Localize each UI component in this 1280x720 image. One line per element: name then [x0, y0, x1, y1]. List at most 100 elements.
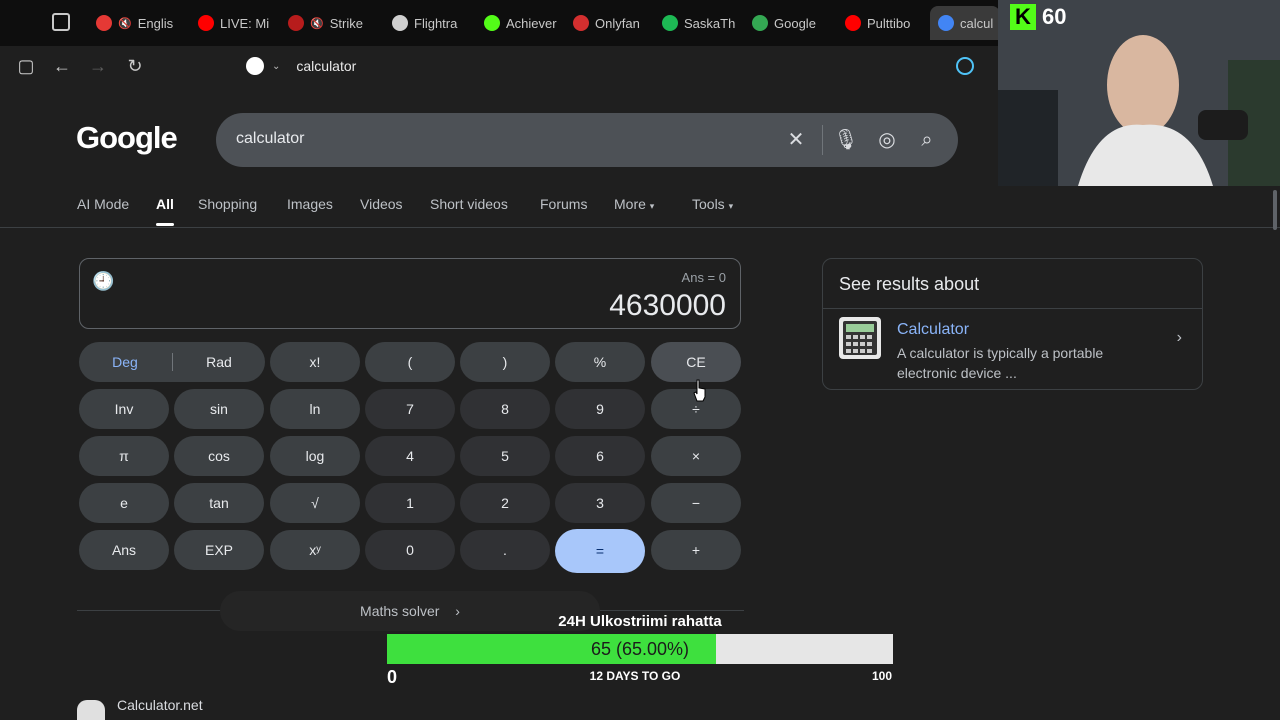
calculator-thumbnail[interactable]	[839, 317, 881, 359]
add-key[interactable]: +	[651, 530, 741, 570]
history-icon[interactable]: 🕘	[92, 271, 114, 292]
tab-search-icon[interactable]	[52, 13, 70, 31]
open-paren-key[interactable]: (	[365, 342, 455, 382]
address-text[interactable]: calculator	[296, 58, 356, 74]
search-box[interactable]: calculator ✕ 🎙 ◎ ⌕	[216, 113, 958, 167]
browser-tab[interactable]: Pulttibo	[845, 8, 933, 38]
factorial-key[interactable]: x!	[270, 342, 360, 382]
knowledge-panel: See results about Calculator A calculato…	[822, 258, 1203, 390]
tan-key[interactable]: tan	[174, 483, 264, 523]
browser-tab[interactable]: SaskaTh	[662, 8, 750, 38]
tab-label: Englis	[137, 15, 174, 31]
decimal-key[interactable]: .	[460, 530, 550, 570]
knowledge-panel-description: A calculator is typically a portable ele…	[897, 345, 1104, 381]
goal-days-left: 12 DAYS TO GO	[589, 669, 681, 683]
sin-key[interactable]: sin	[174, 389, 264, 429]
google-logo[interactable]: Google	[76, 120, 178, 156]
address-bar[interactable]: ⌄ calculator	[240, 51, 990, 81]
tab-favicon-icon	[752, 15, 768, 31]
tab-label: Flightra	[414, 15, 458, 31]
digit-5-key[interactable]: 5	[460, 436, 550, 476]
cos-key[interactable]: cos	[174, 436, 264, 476]
tab-images[interactable]: Images	[287, 196, 333, 212]
lens-icon[interactable]: ◎	[874, 127, 900, 153]
browser-tab[interactable]: Flightra	[392, 8, 480, 38]
rad-button[interactable]: Rad	[173, 342, 265, 382]
translate-icon[interactable]	[956, 57, 974, 75]
chevron-right-icon[interactable]: ›	[1177, 329, 1182, 347]
tab-favicon-icon	[662, 15, 678, 31]
browser-tab[interactable]: Google	[752, 8, 840, 38]
digit-7-key[interactable]: 7	[365, 389, 455, 429]
tab-label: Strike	[329, 15, 363, 31]
e-key[interactable]: e	[79, 483, 169, 523]
sidebar-icon[interactable]: ▢	[14, 54, 38, 78]
reload-button[interactable]: ↻	[123, 54, 147, 78]
digit-0-key[interactable]: 0	[365, 530, 455, 570]
muted-icon[interactable]: 🔇	[310, 17, 324, 30]
digit-8-key[interactable]: 8	[460, 389, 550, 429]
knowledge-panel-divider	[823, 308, 1202, 309]
percent-key[interactable]: %	[555, 342, 645, 382]
tab-all[interactable]: All	[156, 196, 174, 212]
search-divider	[822, 125, 823, 155]
ln-key[interactable]: ln	[270, 389, 360, 429]
tab-ai-mode[interactable]: AI Mode	[77, 196, 129, 212]
page-scrollbar[interactable]	[1273, 190, 1277, 230]
ans-readout: Ans = 0	[681, 270, 726, 285]
kick-logo-icon: K	[1010, 4, 1036, 30]
tab-favicon-icon	[938, 15, 954, 31]
tab-label: Onlyfan	[595, 15, 640, 31]
inverse-key[interactable]: Inv	[79, 389, 169, 429]
browser-tab[interactable]: Onlyfan	[573, 8, 661, 38]
tab-videos[interactable]: Videos	[360, 196, 403, 212]
tab-tools[interactable]: Tools ▾	[692, 196, 733, 212]
deg-button[interactable]: Deg	[79, 342, 171, 382]
deg-rad-toggle[interactable]: Deg Rad	[79, 342, 265, 382]
tab-label: Pulttibo	[867, 15, 911, 31]
tab-more-label: More	[614, 196, 646, 212]
sqrt-key[interactable]: √	[270, 483, 360, 523]
browser-tab[interactable]: calcul✕	[930, 6, 1000, 40]
digit-6-key[interactable]: 6	[555, 436, 645, 476]
tab-short-videos[interactable]: Short videos	[430, 196, 508, 212]
search-input[interactable]: calculator	[236, 130, 304, 148]
browser-tab[interactable]: LIVE: Mi	[198, 8, 286, 38]
browser-tab[interactable]: Achiever	[484, 8, 572, 38]
result-site-name[interactable]: Calculator.net	[117, 697, 203, 713]
ans-key[interactable]: Ans	[79, 530, 169, 570]
subtract-key[interactable]: −	[651, 483, 741, 523]
browser-tab[interactable]: 🔇 Englis	[96, 8, 184, 38]
equals-key[interactable]: =	[555, 529, 645, 573]
tab-shopping[interactable]: Shopping	[198, 196, 257, 212]
multiply-key[interactable]: ×	[651, 436, 741, 476]
exp-key[interactable]: EXP	[174, 530, 264, 570]
tab-forums[interactable]: Forums	[540, 196, 587, 212]
browser-tab[interactable]: 🔇 Strike	[288, 8, 376, 38]
digit-9-key[interactable]: 9	[555, 389, 645, 429]
caret-down-icon: ▾	[649, 201, 655, 211]
clear-entry-key[interactable]: CE	[651, 342, 741, 382]
digit-1-key[interactable]: 1	[365, 483, 455, 523]
power-key[interactable]: xʸ	[270, 530, 360, 570]
pi-key[interactable]: π	[79, 436, 169, 476]
digit-2-key[interactable]: 2	[460, 483, 550, 523]
digit-4-key[interactable]: 4	[365, 436, 455, 476]
tab-favicon-icon	[96, 15, 112, 31]
log-key[interactable]: log	[270, 436, 360, 476]
google-g-icon	[246, 57, 264, 75]
tab-more[interactable]: More ▾	[614, 196, 654, 212]
tab-favicon-icon	[288, 15, 304, 31]
forward-button[interactable]: →	[86, 54, 110, 78]
knowledge-panel-title[interactable]: Calculator	[897, 321, 969, 339]
mic-icon[interactable]: 🎙	[833, 127, 859, 153]
close-paren-key[interactable]: )	[460, 342, 550, 382]
digit-3-key[interactable]: 3	[555, 483, 645, 523]
chevron-down-icon[interactable]: ⌄	[272, 61, 280, 72]
search-icon[interactable]: ⌕	[914, 127, 940, 153]
tab-favicon-icon	[484, 15, 500, 31]
clear-icon[interactable]: ✕	[783, 127, 809, 153]
muted-icon[interactable]: 🔇	[118, 17, 132, 30]
tab-favicon-icon	[845, 15, 861, 31]
back-button[interactable]: ←	[50, 54, 74, 78]
